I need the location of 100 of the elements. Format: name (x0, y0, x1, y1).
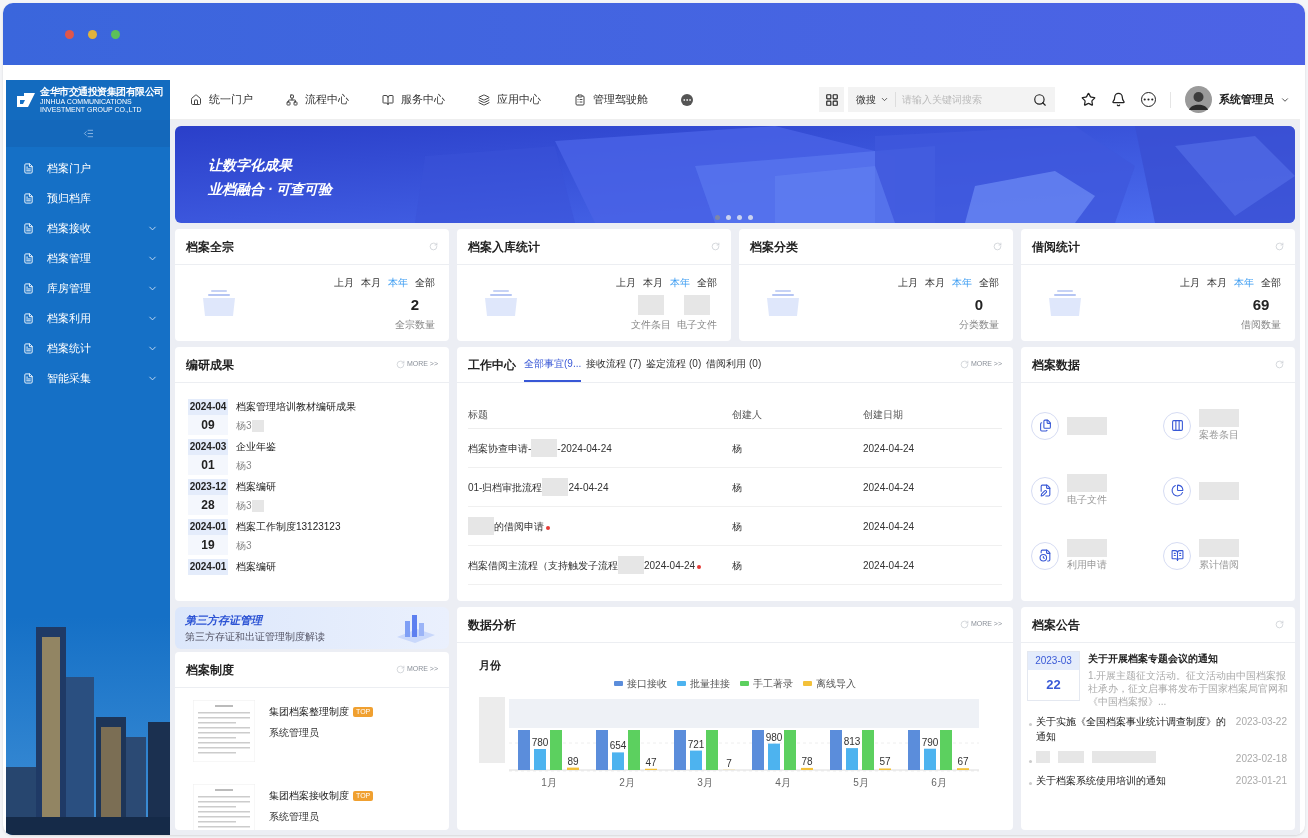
document-icon (23, 342, 34, 354)
research-item[interactable]: 2023-12 28 档案编研 杨3 (188, 479, 449, 515)
chevron-icon (880, 95, 889, 104)
sidebar-item[interactable]: 档案统计 (6, 333, 170, 363)
table-cell-text: 的借阅申请 (494, 519, 544, 534)
stat-label: 分类数量 (959, 317, 999, 332)
zoom-icon[interactable] (111, 29, 120, 39)
period-tab[interactable]: 全部 (1261, 274, 1281, 290)
promo-banner[interactable]: 第三方存证管理 第三方存证和出证管理制度解读 (175, 607, 449, 649)
sidebar-item[interactable]: 预归档库 (6, 183, 170, 213)
axis-label: 3月 (697, 776, 713, 788)
featured-notice[interactable]: 2023-03 22 关于开展档案专题会议的通知 1.开展主题征文活动。征文活动由中国档案报社承办，征文启事将发布于国家档案局官网和《中国档案报》... (1021, 643, 1295, 708)
refresh-icon[interactable] (959, 360, 969, 369)
sidebar-item[interactable]: 库房管理 (6, 273, 170, 303)
refresh-icon[interactable] (993, 242, 1002, 251)
table-cell-text: 01-归档审批流程 (468, 480, 543, 495)
blurred-patch (638, 294, 664, 315)
axis-label: 4月 (775, 776, 791, 788)
nav-item[interactable] (681, 93, 693, 106)
table-row[interactable]: 档案借阅主流程（支持触发子流程 2024-04-24 杨 2024-04-24 (468, 546, 1002, 585)
columns-icon (1170, 419, 1184, 432)
date-day: 22 (1028, 670, 1079, 700)
tab[interactable]: 接收流程 (7) (586, 347, 642, 382)
research-item[interactable]: 2024-01 档案编研 (188, 559, 449, 575)
period-tab[interactable]: 本月 (925, 274, 945, 290)
card-title: 数据分析 (468, 616, 516, 634)
blurred-patch (618, 556, 644, 574)
stat-label: 全宗数量 (395, 317, 435, 332)
user-name[interactable]: 系统管理员 (1219, 91, 1274, 108)
notice-body: 1.开展主题征文活动。征文活动由中国档案报社承办，征文启事将发布于国家档案局官网和《中国档案报》... (1088, 669, 1289, 708)
bell-icon[interactable] (1111, 92, 1126, 107)
period-tab[interactable]: 上月 (616, 274, 636, 290)
period-tab[interactable]: 上月 (1180, 274, 1200, 290)
data-label: 67 (957, 755, 969, 767)
sidebar-item[interactable]: 档案门户 (6, 153, 170, 183)
item-title: 集团档案整理制度 (269, 705, 349, 719)
data-label: 7 (726, 757, 732, 769)
sidebar-item[interactable]: 档案管理 (6, 243, 170, 273)
avatar[interactable] (1185, 86, 1212, 113)
tab[interactable]: 借阅利用 (0) (706, 347, 762, 382)
refresh-icon[interactable] (395, 665, 405, 674)
period-tab[interactable]: 全部 (415, 274, 435, 290)
search-icon[interactable] (1033, 92, 1047, 107)
star-icon[interactable] (1081, 92, 1096, 107)
tab[interactable]: 鉴定流程 (0) (646, 347, 702, 382)
refresh-icon[interactable] (1275, 620, 1284, 629)
refresh-icon[interactable] (1275, 360, 1284, 369)
apps-button[interactable] (819, 87, 844, 112)
legend-label: 手工著录 (753, 676, 793, 691)
stat-value: 2 (410, 294, 420, 315)
blurred-patch (542, 478, 569, 496)
refresh-icon[interactable] (1275, 242, 1284, 251)
table-row[interactable]: 的借阅申请 杨 2024-04-24 (468, 507, 1002, 546)
research-item[interactable]: 2024-03 01 企业年鉴 杨3 (188, 439, 449, 475)
nav-item[interactable]: 流程中心 (286, 91, 349, 108)
notice-item[interactable]: 关于实施《全国档案事业统计调查制度》的通知 2023-03-22 (1029, 714, 1287, 744)
table-cell-text: 杨 (732, 519, 743, 534)
date-month: 2024-01 (188, 519, 228, 535)
tab[interactable]: 全部事宜(9... (524, 347, 582, 382)
minimize-icon[interactable] (88, 29, 97, 39)
refresh-icon[interactable] (711, 242, 720, 251)
item-title: 集团档案接收制度 (269, 789, 349, 803)
stat-label: 文件条目 (631, 317, 671, 332)
period-tab[interactable]: 本月 (1207, 274, 1227, 290)
sidebar-item[interactable]: 档案接收 (6, 213, 170, 243)
blurred-patch (1067, 474, 1107, 492)
card-title: 编研成果 (186, 356, 234, 374)
data-label: 累计借阅 (1199, 558, 1239, 572)
table-row[interactable]: 档案协查申请- -2024-04-24 杨 2024-04-24 (468, 429, 1002, 468)
close-icon[interactable] (65, 29, 74, 39)
period-tab[interactable]: 上月 (334, 274, 354, 290)
refresh-icon[interactable] (395, 360, 405, 369)
period-tab[interactable]: 全部 (697, 274, 717, 290)
item-author: 杨3 (236, 539, 252, 553)
date-day: 01 (188, 455, 228, 475)
table-row[interactable]: 01-归档审批流程 24-04-24 杨 2024-04-24 (468, 468, 1002, 507)
period-tab[interactable]: 上月 (898, 274, 918, 290)
data-label: 电子文件 (1067, 493, 1107, 507)
data-label: 813 (843, 735, 861, 747)
collapse-icon[interactable] (82, 128, 94, 139)
sidebar-item[interactable]: 档案利用 (6, 303, 170, 333)
refresh-icon[interactable] (429, 242, 438, 251)
nav-item[interactable]: 应用中心 (478, 91, 541, 108)
refresh-icon[interactable] (959, 620, 969, 629)
nav-item[interactable]: 管理驾驶舱 (574, 91, 648, 108)
sidebar-item[interactable]: 智能采集 (6, 363, 170, 393)
date-month: 2024-03 (188, 439, 228, 455)
nav-item[interactable]: 服务中心 (382, 91, 445, 108)
research-item[interactable]: 2024-04 09 档案管理培训教材编研成果 杨3 (188, 399, 449, 435)
clipboard-icon (574, 93, 586, 106)
data-label: 案卷条目 (1199, 428, 1239, 442)
period-tab[interactable]: 本月 (643, 274, 663, 290)
period-tab[interactable]: 本月 (361, 274, 381, 290)
axis-label: 1月 (541, 776, 557, 788)
notice-item[interactable]: 关于档案系统使用培训的通知 2023-01-21 (1029, 773, 1287, 788)
nav-item[interactable]: 统一门户 (190, 91, 253, 108)
document-icon (23, 282, 34, 294)
research-item[interactable]: 2024-01 19 档案工作制度13123123 杨3 (188, 519, 449, 555)
period-tab[interactable]: 全部 (979, 274, 999, 290)
search-scope[interactable]: 微搜 (856, 92, 896, 107)
